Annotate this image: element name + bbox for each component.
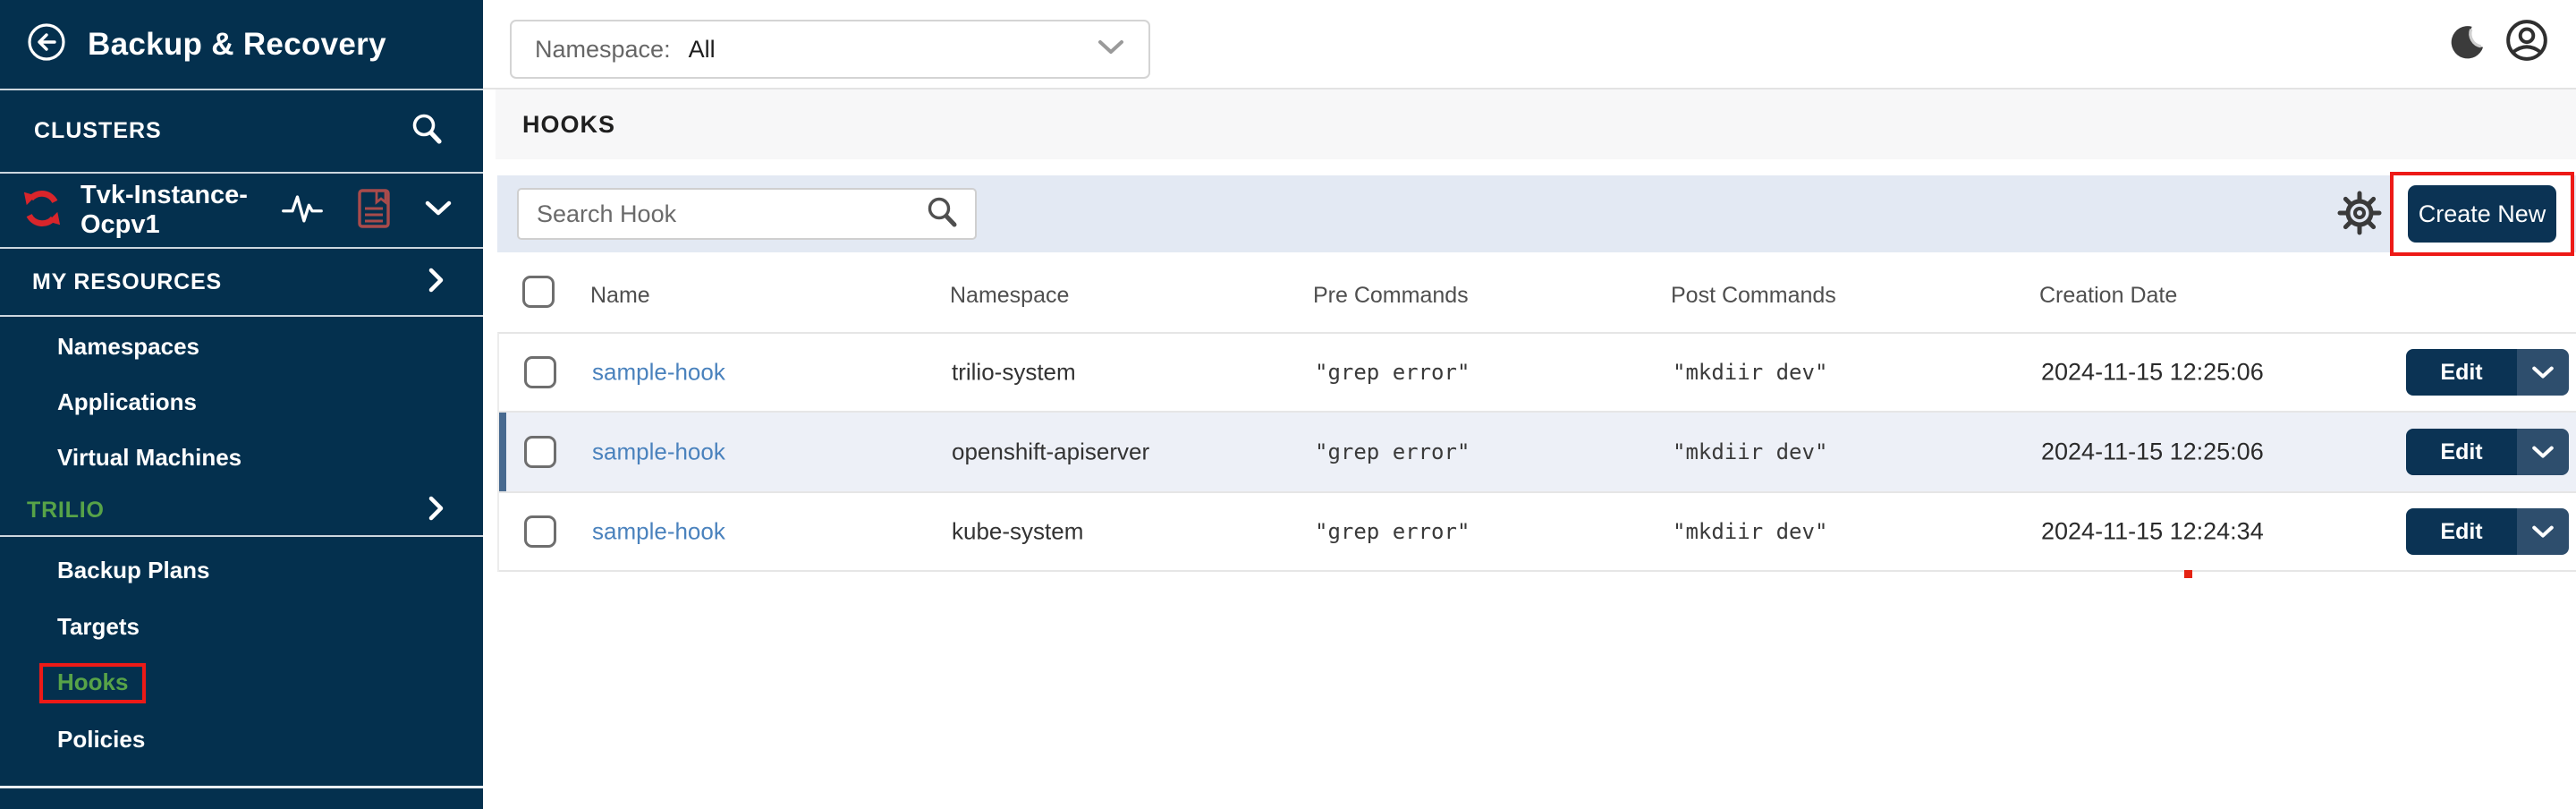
- back-icon[interactable]: [27, 22, 66, 66]
- annotation-box-hooks: Hooks: [39, 663, 146, 703]
- cluster-name: Tvk-Instance-Ocpv1: [80, 181, 263, 240]
- sidebar-item-label: Policies: [57, 726, 145, 754]
- row-checkbox[interactable]: [524, 356, 556, 388]
- sidebar-item-targets[interactable]: Targets: [0, 599, 483, 655]
- sidebar-item-policies[interactable]: Policies: [0, 711, 483, 768]
- search-icon[interactable]: [408, 110, 445, 152]
- chevron-down-icon: [1097, 38, 1125, 61]
- sidebar-item-virtual-machines[interactable]: Virtual Machines: [0, 430, 483, 485]
- edit-caret-icon[interactable]: [2517, 429, 2569, 475]
- row-checkbox[interactable]: [524, 436, 556, 468]
- my-resources-label: MY RESOURCES: [32, 269, 222, 295]
- sidebar-item-label: Hooks: [57, 668, 128, 695]
- hook-creation-date: 2024-11-15 12:25:06: [2041, 439, 2264, 466]
- edit-split-button: Edit: [2406, 429, 2569, 475]
- column-header-post-commands: Post Commands: [1671, 283, 1836, 309]
- sidebar-item-label: Targets: [57, 613, 140, 641]
- sidebar-item-namespaces[interactable]: Namespaces: [0, 319, 483, 374]
- trilio-menu: Backup Plans Targets Hooks Policies: [0, 542, 483, 768]
- hook-creation-date: 2024-11-15 12:25:06: [2041, 359, 2264, 387]
- column-header-pre-commands: Pre Commands: [1313, 283, 1469, 309]
- sidebar-item-label: Backup Plans: [57, 557, 210, 584]
- namespace-value: All: [689, 36, 716, 64]
- hook-pre-commands: "grep error": [1315, 439, 1470, 464]
- column-header-name: Name: [590, 283, 650, 309]
- edit-button[interactable]: Edit: [2406, 508, 2517, 555]
- row-checkbox[interactable]: [524, 515, 556, 548]
- moon-icon[interactable]: [2447, 23, 2485, 65]
- trilio-label: TRILIO: [27, 498, 105, 524]
- edit-caret-icon[interactable]: [2517, 349, 2569, 396]
- hook-name-link[interactable]: sample-hook: [592, 439, 725, 466]
- hook-pre-commands: "grep error": [1315, 360, 1470, 385]
- sidebar-item-label: Namespaces: [57, 333, 199, 361]
- clusters-section-header: CLUSTERS: [0, 90, 483, 174]
- sidebar-item-hooks[interactable]: Hooks: [0, 655, 483, 711]
- topbar: Namespace: All: [483, 0, 2576, 89]
- search-icon[interactable]: [923, 193, 961, 235]
- app-title: Backup & Recovery: [88, 27, 386, 63]
- table-header: Name Namespace Pre Commands Post Command…: [497, 268, 2576, 328]
- annotation-box-create-new: Create New: [2390, 172, 2574, 256]
- hook-creation-date: 2024-11-15 12:24:34: [2041, 518, 2264, 546]
- activity-pulse-icon[interactable]: [281, 191, 324, 231]
- resources-menu: Namespaces Applications Virtual Machines: [0, 319, 483, 485]
- namespace-label: Namespace:: [535, 36, 671, 64]
- sidebar-item-cluster[interactable]: Tvk-Instance-Ocpv1: [0, 174, 483, 249]
- sidebar-item-applications[interactable]: Applications: [0, 374, 483, 430]
- table-row: sample-hook trilio-system "grep error" "…: [499, 334, 2576, 413]
- namespace-select[interactable]: Namespace: All: [510, 20, 1150, 79]
- edit-split-button: Edit: [2406, 508, 2569, 555]
- sidebar: Backup & Recovery CLUSTERS: [0, 0, 483, 809]
- hooks-table: sample-hook trilio-system "grep error" "…: [497, 332, 2576, 572]
- chevron-right-icon: [428, 495, 445, 526]
- hook-post-commands: "mkdiir dev": [1673, 519, 1827, 544]
- sidebar-item-trilio[interactable]: TRILIO: [0, 485, 483, 537]
- cluster-actions: [281, 189, 453, 233]
- clusters-label: CLUSTERS: [34, 118, 162, 144]
- selected-row-accent: [499, 413, 506, 491]
- chevron-right-icon: [428, 267, 445, 298]
- edit-split-button: Edit: [2406, 349, 2569, 396]
- chevron-down-icon[interactable]: [424, 200, 453, 222]
- sidebar-item-backup-plans[interactable]: Backup Plans: [0, 542, 483, 599]
- sidebar-item-label: Virtual Machines: [57, 444, 242, 472]
- table-row: sample-hook openshift-apiserver "grep er…: [499, 413, 2576, 493]
- hook-namespace: trilio-system: [952, 359, 1076, 387]
- column-header-creation-date: Creation Date: [2039, 283, 2177, 309]
- annotation-red-dot: [2184, 570, 2192, 578]
- create-new-button[interactable]: Create New: [2408, 185, 2556, 243]
- search-input[interactable]: [535, 200, 923, 229]
- column-header-namespace: Namespace: [950, 283, 1069, 309]
- hook-namespace: openshift-apiserver: [952, 439, 1149, 466]
- table-row: sample-hook kube-system "grep error" "mk…: [499, 493, 2576, 572]
- hook-post-commands: "mkdiir dev": [1673, 360, 1827, 385]
- bookmark-doc-icon[interactable]: [358, 189, 390, 233]
- cluster-sync-icon: [21, 188, 63, 234]
- hook-name-link[interactable]: sample-hook: [592, 359, 725, 387]
- main-content: Namespace: All: [483, 0, 2576, 809]
- account-icon[interactable]: [2504, 18, 2549, 67]
- section-header: HOOKS: [496, 89, 2576, 159]
- hook-post-commands: "mkdiir dev": [1673, 439, 1827, 464]
- sidebar-item-label: Applications: [57, 388, 197, 416]
- edit-button[interactable]: Edit: [2406, 429, 2517, 475]
- sidebar-header: Backup & Recovery: [0, 0, 483, 90]
- search-box: [517, 188, 977, 240]
- edit-button[interactable]: Edit: [2406, 349, 2517, 396]
- sidebar-bottom-divider: [0, 786, 483, 788]
- edit-caret-icon[interactable]: [2517, 508, 2569, 555]
- select-all-checkbox[interactable]: [522, 276, 555, 308]
- hook-namespace: kube-system: [952, 518, 1083, 546]
- hook-name-link[interactable]: sample-hook: [592, 518, 725, 546]
- backup-recovery-app: Backup & Recovery CLUSTERS: [0, 0, 2576, 809]
- sidebar-item-my-resources[interactable]: MY RESOURCES: [0, 249, 483, 317]
- page-title: HOOKS: [522, 111, 615, 139]
- hook-pre-commands: "grep error": [1315, 519, 1470, 544]
- gear-icon[interactable]: [2336, 190, 2383, 241]
- table-toolbar: Create New: [497, 175, 2576, 252]
